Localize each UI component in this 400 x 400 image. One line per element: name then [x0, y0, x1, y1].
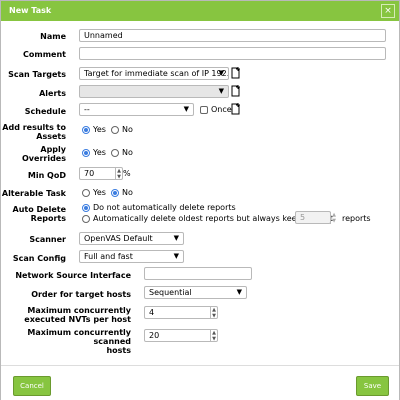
- apply-overrides-yes-label: Yes: [93, 148, 106, 157]
- apply-overrides-no-label: No: [122, 148, 133, 157]
- new-task-dialog: New Task × Name Unnamed Comment Scan Tar…: [0, 0, 400, 400]
- alterable-yes-radio[interactable]: [82, 189, 90, 197]
- chevron-down-icon: ▼: [218, 69, 224, 77]
- apply-overrides-no-radio[interactable]: [111, 149, 119, 157]
- dialog-footer: [1, 365, 399, 400]
- alterable-task-label: Alterable Task: [1, 189, 66, 198]
- network-source-interface-field[interactable]: [144, 267, 252, 280]
- chevron-down-icon: ▼: [236, 288, 242, 296]
- schedule-value: --: [84, 105, 90, 114]
- comment-label: Comment: [23, 50, 66, 59]
- chevron-down-icon: ▼: [173, 252, 179, 260]
- max-hosts-stepper[interactable]: ▲ ▼: [210, 330, 217, 342]
- max-hosts-label: Maximum concurrently scanned hosts: [27, 328, 131, 355]
- add-results-label: Add results to Assets: [2, 123, 66, 141]
- scan-targets-select[interactable]: Target for immediate scan of IP 192.168 …: [79, 67, 229, 80]
- apply-overrides-yes-radio[interactable]: [82, 149, 90, 157]
- add-results-yes-label: Yes: [93, 125, 106, 134]
- keep-reports-field[interactable]: 5: [295, 211, 331, 224]
- save-button[interactable]: Save: [356, 376, 389, 396]
- keep-reports-unit: reports: [342, 214, 371, 223]
- auto-delete-keep-radio[interactable]: [82, 215, 90, 223]
- scan-targets-label: Scan Targets: [8, 70, 66, 79]
- max-hosts-field[interactable]: 20: [144, 329, 218, 342]
- dialog-titlebar[interactable]: New Task ×: [1, 1, 399, 21]
- schedule-select[interactable]: -- ▼: [79, 103, 194, 116]
- min-qod-value: 70: [84, 169, 95, 178]
- auto-delete-label: Auto Delete Reports: [12, 205, 66, 223]
- add-results-no-label: No: [122, 125, 133, 134]
- max-nvts-value: 4: [149, 308, 155, 317]
- scan-config-label: Scan Config: [12, 254, 66, 263]
- order-target-hosts-label: Order for target hosts: [31, 290, 131, 299]
- new-schedule-icon[interactable]: [231, 103, 241, 115]
- scanner-select[interactable]: OpenVAS Default ▼: [79, 232, 184, 245]
- auto-delete-off-label: Do not automatically delete reports: [93, 203, 236, 212]
- once-checkbox[interactable]: [200, 106, 208, 114]
- scan-config-select[interactable]: Full and fast ▼: [79, 250, 184, 263]
- apply-overrides-label: Apply Overrides: [22, 145, 66, 163]
- max-nvts-field[interactable]: 4: [144, 306, 218, 319]
- chevron-down-icon: ▼: [173, 234, 179, 242]
- keep-reports-value: 5: [300, 213, 306, 222]
- name-label: Name: [40, 32, 66, 41]
- max-nvts-stepper[interactable]: ▲ ▼: [210, 307, 217, 319]
- min-qod-unit: %: [123, 169, 131, 178]
- alterable-no-label: No: [122, 188, 133, 197]
- comment-field[interactable]: [79, 47, 386, 60]
- name-field[interactable]: Unnamed: [79, 29, 386, 42]
- max-nvts-label: Maximum concurrently executed NVTs per ho…: [24, 306, 131, 324]
- alerts-label: Alerts: [39, 89, 66, 98]
- min-qod-label: Min QoD: [27, 171, 66, 180]
- schedule-label: Schedule: [24, 107, 66, 116]
- network-source-interface-label: Network Source Interface: [15, 271, 131, 280]
- scanner-value: OpenVAS Default: [84, 234, 153, 243]
- scanner-label: Scanner: [29, 235, 66, 244]
- add-results-no-radio[interactable]: [111, 126, 119, 134]
- order-target-hosts-select[interactable]: Sequential ▼: [144, 286, 247, 299]
- new-alert-icon[interactable]: [231, 85, 241, 97]
- once-label: Once: [211, 105, 232, 114]
- close-icon[interactable]: ×: [381, 4, 395, 18]
- min-qod-stepper[interactable]: ▲ ▼: [115, 168, 122, 180]
- order-target-hosts-value: Sequential: [149, 288, 192, 297]
- scan-targets-value: Target for immediate scan of IP 192.168: [84, 69, 229, 78]
- scan-config-value: Full and fast: [84, 252, 133, 261]
- chevron-down-icon: ▼: [218, 87, 224, 95]
- chevron-down-icon: ▼: [183, 105, 189, 113]
- alterable-yes-label: Yes: [93, 188, 106, 197]
- keep-reports-stepper[interactable]: ▲ ▼: [330, 212, 337, 224]
- cancel-button[interactable]: Cancel: [13, 376, 51, 396]
- new-target-icon[interactable]: [231, 67, 241, 79]
- alerts-select[interactable]: ▼: [79, 85, 229, 98]
- add-results-yes-radio[interactable]: [82, 126, 90, 134]
- dialog-title: New Task: [9, 6, 52, 15]
- max-hosts-value: 20: [149, 331, 160, 340]
- alterable-no-radio[interactable]: [111, 189, 119, 197]
- auto-delete-off-radio[interactable]: [82, 204, 90, 212]
